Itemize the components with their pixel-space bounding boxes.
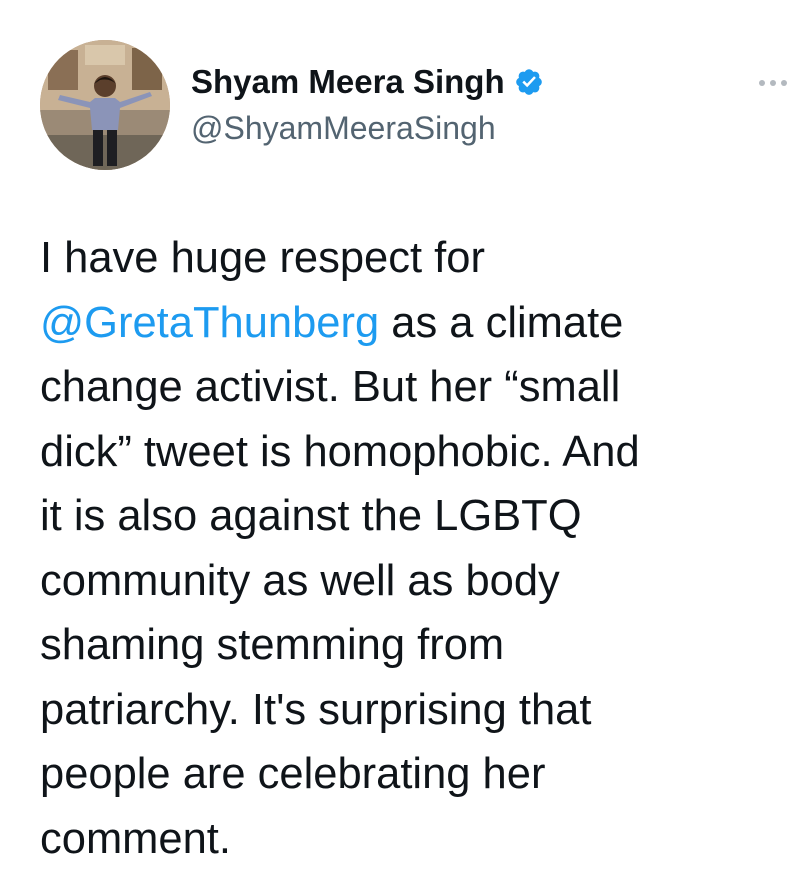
tweet-text-segment: comment.	[40, 814, 231, 863]
ellipsis-icon[interactable]	[757, 76, 789, 88]
tweet-line: community as well as body	[40, 549, 780, 614]
tweet-text-segment: as a climate	[379, 298, 624, 347]
author-name-row[interactable]: Shyam Meera Singh	[191, 60, 544, 104]
tweet-text-segment: patriarchy. It's surprising that	[40, 685, 592, 734]
tweet-line: people are celebrating her	[40, 742, 780, 807]
tweet-text-segment: change activist. But her “small	[40, 363, 621, 411]
tweet-text-segment: I have huge respect for	[40, 234, 485, 282]
tweet-line: dick” tweet is homophobic. And	[40, 420, 780, 485]
tweet-line: I have huge respect for	[40, 226, 780, 291]
tweet-line: it is also against the LGBTQ	[40, 484, 780, 549]
profile-photo	[40, 40, 170, 170]
author-handle[interactable]: @ShyamMeeraSingh	[191, 110, 496, 147]
tweet-text-segment: community as well as body	[40, 556, 560, 605]
verified-badge-icon	[514, 67, 544, 97]
tweet-line: patriarchy. It's surprising that	[40, 678, 780, 743]
avatar[interactable]	[40, 40, 170, 170]
tweet-line: comment.	[40, 807, 780, 872]
tweet-text: I have huge respect for @GretaThunberg as…	[40, 226, 780, 871]
tweet-text-segment: shaming stemming from	[40, 621, 505, 669]
tweet-line: @GretaThunberg as a climate	[40, 291, 780, 356]
tweet-line: change activist. But her “small	[40, 355, 780, 420]
author-display-name[interactable]: Shyam Meera Singh	[191, 63, 505, 101]
tweet-text-segment: people are celebrating her	[40, 750, 546, 798]
mention-link[interactable]: @GretaThunberg	[40, 299, 379, 347]
tweet-text-segment: dick” tweet is homophobic. And	[40, 427, 640, 476]
tweet-line: shaming stemming from	[40, 613, 780, 678]
tweet-text-segment: it is also against the LGBTQ	[40, 492, 582, 540]
